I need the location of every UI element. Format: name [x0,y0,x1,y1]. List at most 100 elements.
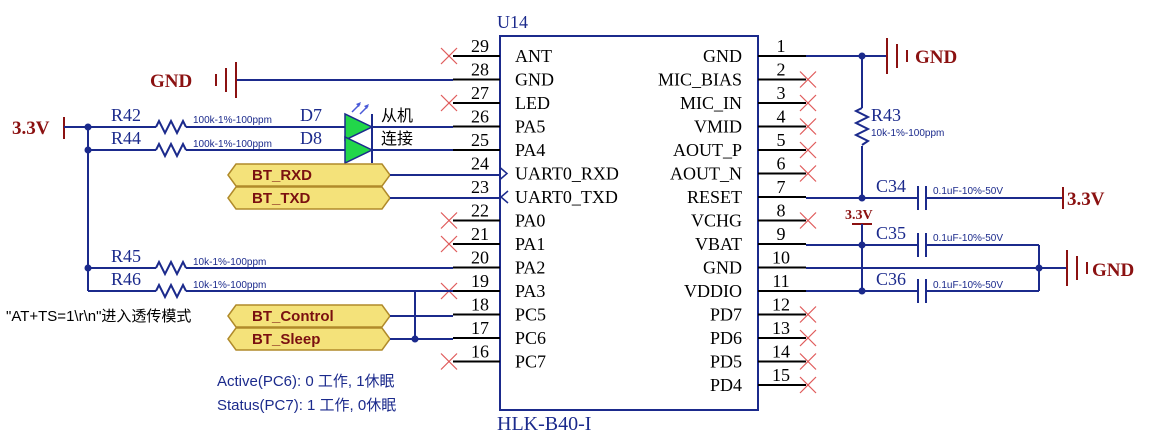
pin-number: 11 [772,271,789,291]
r44-value: 100k-1%-100ppm [193,139,272,150]
junction-dot [858,241,866,249]
pin-number: 9 [777,224,786,244]
gnd-left-label: GND [150,71,192,92]
junction-dot [858,287,866,295]
junction-dot [411,335,419,343]
active-note: Active(PC6): 0 工作, 1休眠 [217,373,395,390]
pin-number: 7 [777,177,786,197]
resistor-r45 [88,259,453,277]
pin-number: 16 [471,342,489,362]
junction-dot [1035,264,1043,272]
pin-name: MIC_BIAS [658,70,742,90]
gnd-left-symbol [215,62,453,98]
gnd-top-symbol [886,38,908,74]
pin-name: PA0 [515,211,545,231]
d7-refdes: D7 [300,105,322,125]
pin-name: PC6 [515,328,546,348]
pin-name: UART0_RXD [515,164,619,184]
pin-number: 19 [471,271,489,291]
pin-number: 13 [772,318,790,338]
pin-number: 8 [777,201,786,221]
r45-refdes: R45 [111,246,141,266]
pin-name: UART0_TXD [515,187,618,207]
pin-name: GND [703,258,742,278]
pin-name: PD5 [710,352,742,372]
ic-pin-29: 29 ANT [440,36,552,66]
status-note: Status(PC7): 1 工作, 0休眠 [217,397,396,414]
bt-rxd-label: BT_RXD [252,167,312,184]
pin-number: 14 [772,342,790,362]
pin-name: ANT [515,46,552,66]
pin-number: 25 [471,130,489,150]
pin-number: 23 [471,177,489,197]
at-command-note: "AT+TS=1\r\n"进入透传模式 [6,308,191,325]
resistor-r43 [853,107,871,146]
input-arrow-icon [499,166,509,181]
c34-refdes: C34 [876,176,906,196]
r42-value: 100k-1%-100ppm [193,115,272,126]
pin-name: PD4 [710,375,742,395]
output-arrow-icon [499,190,509,204]
pin-number: 24 [471,154,489,174]
pin-number: 15 [772,365,790,385]
pin-name: PA1 [515,234,545,254]
pin-number: 4 [777,107,786,127]
c36-refdes: C36 [876,269,906,289]
r43-value: 10k-1%-100ppm [871,128,944,139]
pin-name: GND [703,46,742,66]
pin-name: VDDIO [684,281,742,301]
pin-number: 2 [777,60,786,80]
c35-refdes: C35 [876,223,906,243]
c35-value: 0.1uF-10%-50V [933,233,1003,244]
pin-name: PA2 [515,258,545,278]
pin-number: 12 [772,295,790,315]
pin-number: 3 [777,83,786,103]
resistor-r46 [88,282,453,300]
pin-name: PC7 [515,352,546,372]
bt-txd-label: BT_TXD [252,190,311,207]
pin-number: 17 [471,318,489,338]
junction-dot [858,194,866,202]
pin-number: 28 [471,60,489,80]
pin-name: RESET [687,187,742,207]
pin-name: PA4 [515,140,545,160]
pin-number: 22 [471,201,489,221]
pin-name: VMID [694,117,742,137]
v33-left-label: 3.3V [12,118,50,139]
r42-refdes: R42 [111,105,141,125]
d8-refdes: D8 [300,128,322,148]
ic-right-pins: 1 GND 2 MIC_BIAS 3 MIC_IN 4 VMID 5 AOUT_P 6 AOUT_N 7… [658,36,817,395]
pin-name: GND [515,70,554,90]
pin-number: 10 [772,248,790,268]
pin-number: 6 [777,154,786,174]
d7-label: 从机 [381,107,413,125]
junction-dot [858,52,866,60]
pin-name: LED [515,93,550,113]
bt-control-label: BT_Control [252,308,334,325]
v33-small-label: 3.3V [845,208,873,223]
gnd-top-label: GND [915,47,957,68]
pin-name: PD7 [710,305,742,325]
pin-number: 29 [471,36,489,56]
d8-label: 连接 [381,130,413,148]
pin-number: 21 [471,224,489,244]
c36-value: 0.1uF-10%-50V [933,280,1003,291]
pin-number: 18 [471,295,489,315]
pin-name: MIC_IN [680,93,742,113]
c34-value: 0.1uF-10%-50V [933,186,1003,197]
ic-pin-1: 1 GND [703,36,806,66]
pin-number: 26 [471,107,489,127]
pin-number: 1 [777,36,786,56]
v33-right-label: 3.3V [1067,189,1105,210]
r45-value: 10k-1%-100ppm [193,257,266,268]
pin-number: 20 [471,248,489,268]
pin-name: VBAT [695,234,742,254]
pin-name: PC5 [515,305,546,325]
pin-name: VCHG [691,211,742,231]
pin-name: PA3 [515,281,545,301]
pin-name: PD6 [710,328,742,348]
bt-sleep-label: BT_Sleep [252,331,320,348]
gnd-right-symbol [1066,250,1088,286]
r46-value: 10k-1%-100ppm [193,280,266,291]
pin-name: PA5 [515,117,545,137]
